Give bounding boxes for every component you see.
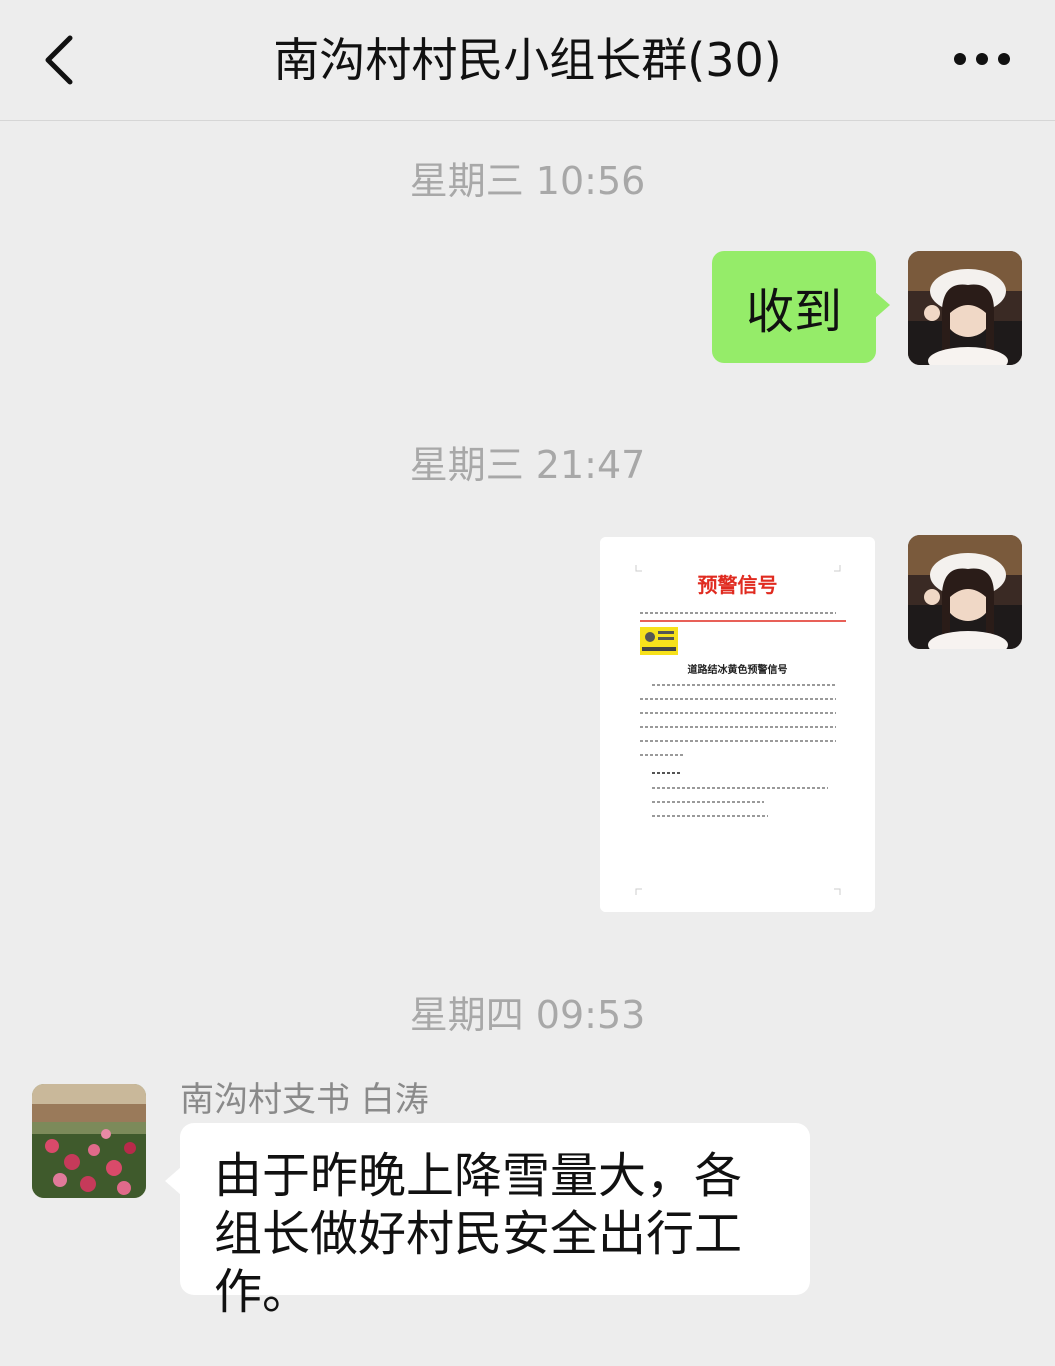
- shared-document-image[interactable]: 预警信号 道路结冰黄色预警信号: [600, 537, 875, 912]
- message-text: 由于昨晚上降雪量大，各组长做好村民安全出行工作。: [214, 1148, 743, 1320]
- timestamp: 星期三 21:47: [409, 443, 646, 487]
- document-heading: 预警信号: [697, 573, 778, 597]
- timestamp: 星期三 10:56: [409, 159, 646, 203]
- avatar-image: [908, 535, 1022, 649]
- message-text: 收到: [745, 284, 842, 340]
- sender-name: 南沟村支书 白涛: [180, 1080, 429, 1120]
- timestamp: 星期四 09:53: [409, 993, 646, 1037]
- sender-avatar[interactable]: [32, 1084, 146, 1198]
- chat-title: 南沟村村民小组长群(30): [273, 33, 782, 87]
- avatar-image: [908, 251, 1022, 365]
- more-button[interactable]: [949, 44, 1015, 74]
- incoming-message-bubble[interactable]: 由于昨晚上降雪量大，各组长做好村民安全出行工作。: [165, 1123, 810, 1320]
- self-avatar[interactable]: [908, 535, 1022, 649]
- chat-header: 南沟村村民小组长群(30): [0, 0, 1055, 121]
- outgoing-message-bubble[interactable]: 收到: [712, 251, 890, 363]
- chevron-left-icon: [45, 35, 73, 85]
- back-button[interactable]: [36, 30, 96, 90]
- more-dots-icon: [954, 53, 1010, 65]
- avatar-image: [32, 1084, 146, 1198]
- document-subheading: 道路结冰黄色预警信号: [687, 665, 788, 676]
- self-avatar[interactable]: [908, 251, 1022, 365]
